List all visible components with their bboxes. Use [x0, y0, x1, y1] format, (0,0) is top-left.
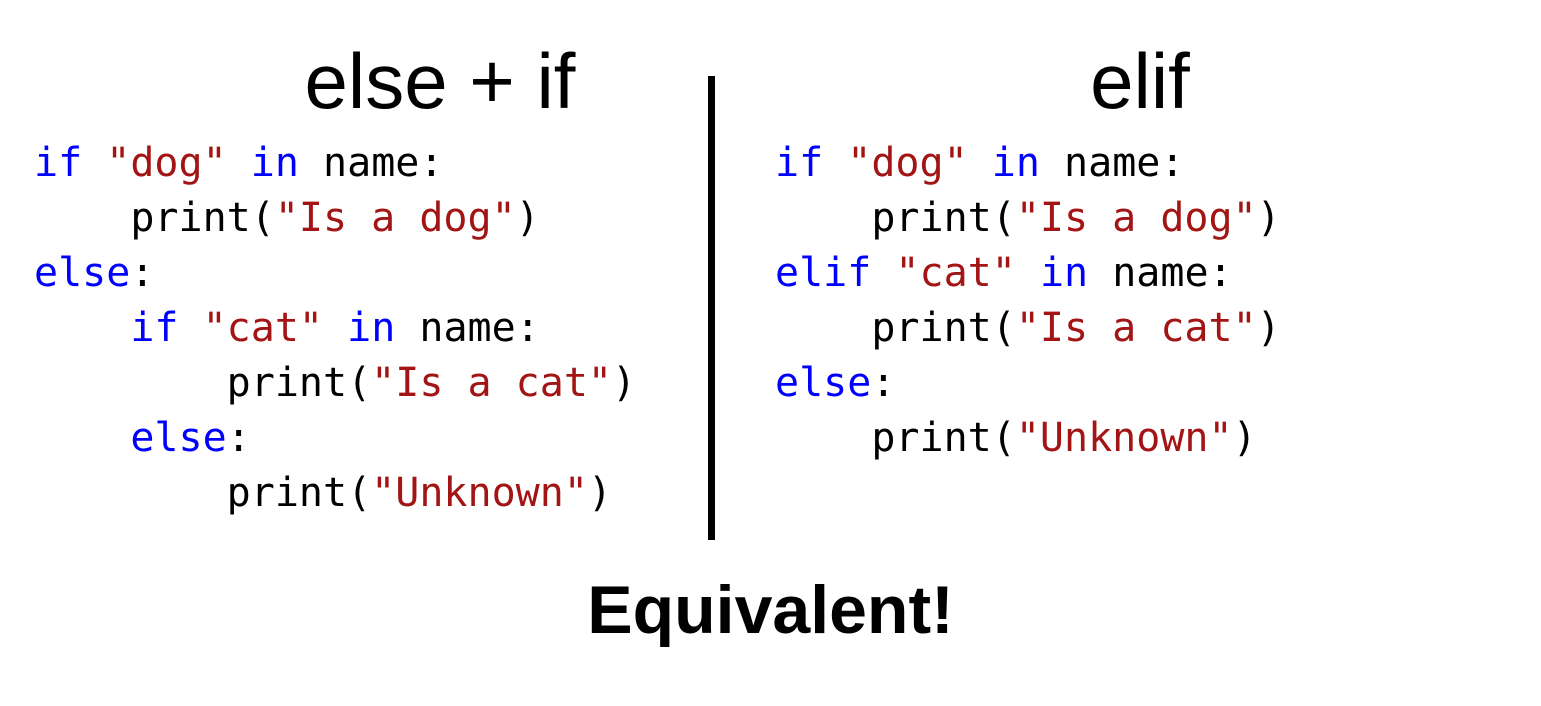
keyword-token: else — [34, 250, 131, 296]
code-line: print("Unknown") — [34, 466, 636, 521]
code-token: name: — [298, 140, 444, 186]
code-token: name: — [1039, 140, 1185, 186]
code-token: name: — [1088, 250, 1233, 296]
code-token: ) — [611, 360, 637, 406]
keyword-token: in — [347, 305, 396, 351]
keyword-token: elif — [775, 250, 872, 296]
code-token: print( — [775, 195, 1016, 241]
string-token: "cat" — [895, 250, 1016, 296]
keyword-token: in — [991, 140, 1040, 186]
string-token: "Is a dog" — [1015, 195, 1257, 241]
code-token: print( — [775, 305, 1016, 351]
code-line: print("Is a cat") — [775, 301, 1281, 356]
keyword-token: else — [775, 360, 872, 406]
elif-code-block: if "dog" in name: print("Is a dog") elif … — [775, 136, 1281, 466]
string-token: "Is a cat" — [1015, 305, 1257, 351]
code-token: print( — [34, 195, 275, 241]
vertical-divider — [708, 76, 715, 540]
string-token: "dog" — [106, 140, 227, 186]
string-token: "Unknown" — [1015, 415, 1233, 461]
code-token: name: — [395, 305, 540, 351]
code-token: ) — [587, 470, 612, 516]
string-token: "dog" — [847, 140, 968, 186]
code-line: print("Is a cat") — [34, 356, 636, 411]
string-token: "Unknown" — [371, 470, 588, 516]
code-line: else: — [34, 411, 636, 466]
elif-title: elif — [1090, 37, 1190, 125]
code-line: else: — [34, 246, 636, 301]
code-line: if "dog" in name: — [775, 136, 1281, 191]
code-token: : — [226, 415, 251, 461]
else-if-code-block: if "dog" in name: print("Is a dog") else:… — [34, 136, 636, 521]
string-token: "cat" — [202, 305, 324, 351]
else-if-title: else + if — [304, 37, 576, 125]
keyword-token: in — [250, 140, 299, 186]
keyword-token: in — [1039, 250, 1089, 296]
keyword-token: if — [34, 140, 83, 186]
code-line: else: — [775, 356, 1281, 411]
string-token: "Is a dog" — [274, 195, 516, 241]
equivalent-caption: Equivalent! — [587, 572, 954, 648]
keyword-token: if — [130, 305, 179, 351]
code-line: print("Is a dog") — [775, 191, 1281, 246]
code-token: ) — [515, 195, 540, 241]
code-line: print("Unknown") — [775, 411, 1281, 466]
keyword-token: else — [130, 415, 227, 461]
code-token: ) — [1256, 195, 1281, 241]
code-line: elif "cat" in name: — [775, 246, 1281, 301]
code-line: if "dog" in name: — [34, 136, 636, 191]
code-token: print( — [34, 360, 372, 406]
code-token: : — [871, 360, 896, 406]
code-token: : — [130, 250, 155, 296]
code-token: ) — [1256, 305, 1281, 351]
code-token: print( — [775, 415, 1016, 461]
code-token: print( — [34, 470, 372, 516]
code-line: if "cat" in name: — [34, 301, 636, 356]
code-token: ) — [1232, 415, 1257, 461]
code-line: print("Is a dog") — [34, 191, 636, 246]
string-token: "Is a cat" — [371, 360, 612, 406]
keyword-token: if — [775, 140, 824, 186]
